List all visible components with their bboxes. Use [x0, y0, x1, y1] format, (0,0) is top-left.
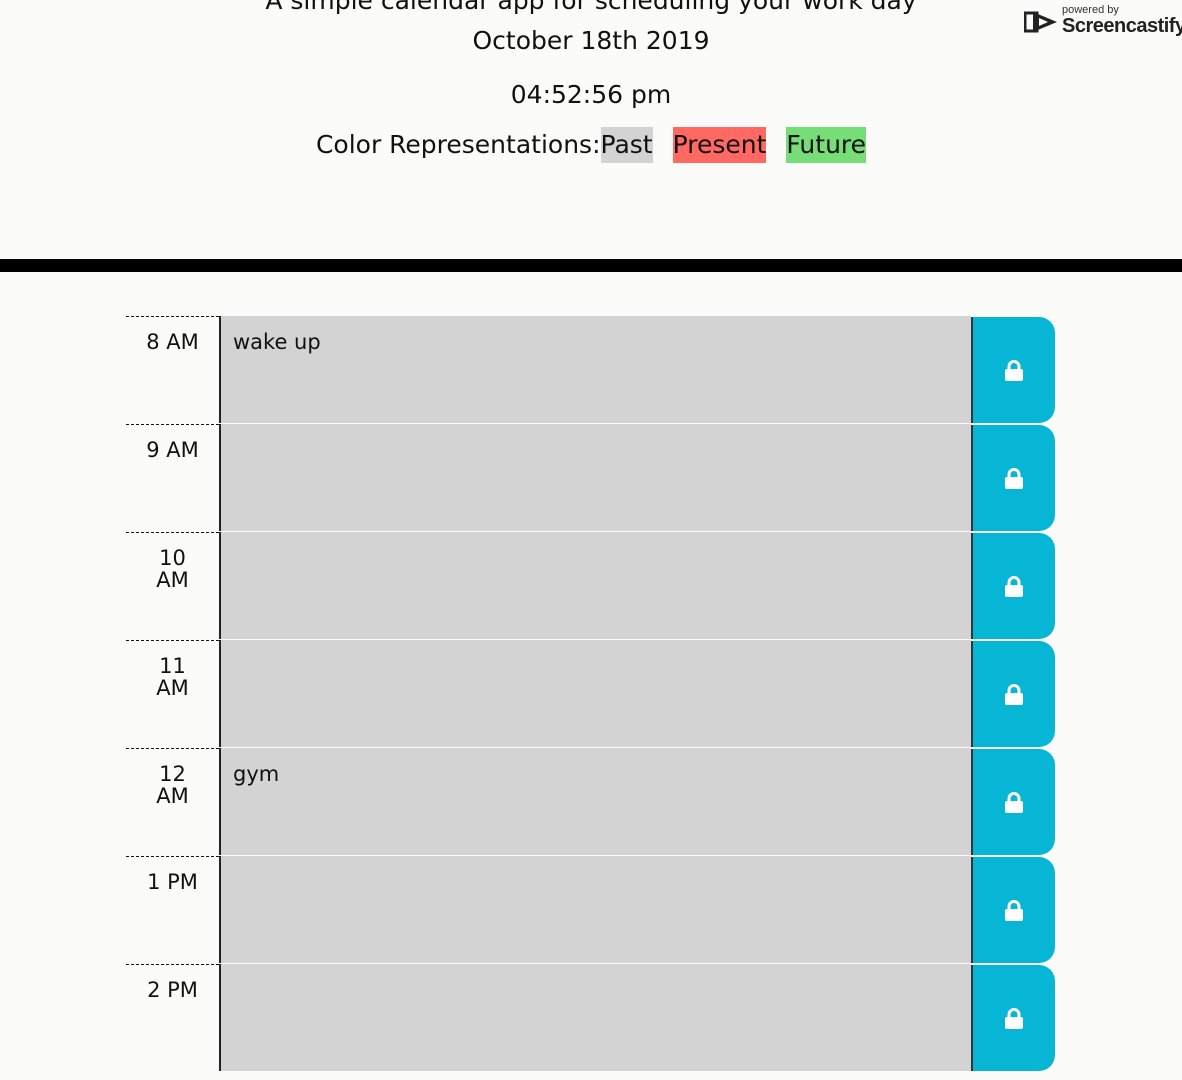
event-text-area[interactable]: wake up [219, 316, 971, 423]
lock-icon [1005, 1008, 1023, 1029]
lock-icon [1005, 684, 1023, 705]
hour-label: 11 AM [126, 640, 219, 747]
lock-icon [1005, 576, 1023, 597]
time-block-row: 9 AM [126, 424, 1056, 531]
hour-label: 2 PM [126, 964, 219, 1071]
watermark-brand-text: Screencastify [1062, 15, 1182, 37]
app-subtitle: A simple calendar app for scheduling you… [265, 0, 917, 15]
legend-label: Color Representations: [315, 130, 601, 159]
lock-icon [1005, 900, 1023, 921]
hour-label: 12 AM [126, 748, 219, 855]
lock-icon [1005, 360, 1023, 381]
time-block-row: 2 PM [126, 964, 1056, 1071]
lock-icon [1005, 468, 1023, 489]
time-block-row: 11 AM [126, 640, 1056, 747]
time-block-row: 1 PM [126, 856, 1056, 963]
hour-label: 1 PM [126, 856, 219, 963]
legend-present: Present [672, 127, 767, 163]
legend-past: Past [600, 127, 653, 163]
time-block-row: 8 AM wake up [126, 316, 1056, 423]
hour-label: 10 AM [126, 532, 219, 639]
save-button[interactable] [971, 749, 1055, 855]
screencastify-logo-icon [1024, 11, 1057, 33]
lock-icon [1005, 792, 1023, 813]
time-block-row: 10 AM [126, 532, 1056, 639]
color-legend: Color Representations:Past Present Future [0, 127, 1182, 163]
event-text-area[interactable] [219, 640, 971, 747]
save-button[interactable] [971, 965, 1055, 1071]
time-block-row: 12 AM gym [126, 748, 1056, 855]
event-text-area[interactable] [219, 424, 971, 531]
save-button[interactable] [971, 533, 1055, 639]
current-time: 04:52:56 pm [510, 80, 672, 109]
screencastify-watermark: powered by Screencastify [1024, 4, 1182, 40]
hour-label: 8 AM [126, 316, 219, 423]
event-text-area[interactable] [219, 856, 971, 963]
page-header: A simple calendar app for scheduling you… [0, 0, 1182, 258]
event-text-area[interactable] [219, 964, 971, 1071]
legend-future: Future [786, 127, 867, 163]
time-block-list: 8 AM wake up 9 AM 10 AM 11 AM 12 AM gym … [126, 316, 1056, 1072]
save-button[interactable] [971, 857, 1055, 963]
save-button[interactable] [971, 425, 1055, 531]
event-text-area[interactable]: gym [219, 748, 971, 855]
event-text-area[interactable] [219, 532, 971, 639]
current-date: October 18th 2019 [472, 26, 710, 55]
save-button[interactable] [971, 641, 1055, 747]
save-button[interactable] [971, 317, 1055, 423]
hour-label: 9 AM [126, 424, 219, 531]
header-divider [0, 259, 1182, 272]
